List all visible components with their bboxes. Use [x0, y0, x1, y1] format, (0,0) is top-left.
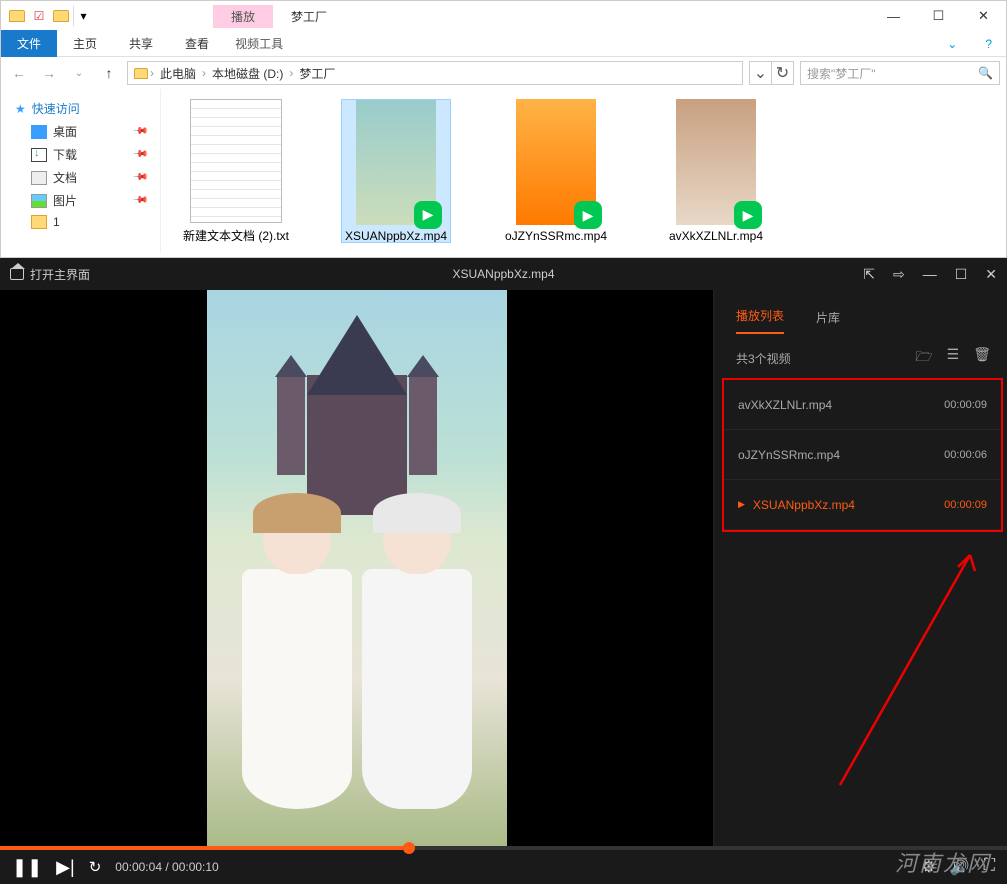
- pin-icon: 📌: [131, 123, 148, 140]
- pause-button[interactable]: ❚❚: [12, 857, 42, 878]
- video-thumbnail: ▶: [676, 99, 756, 225]
- video-viewport[interactable]: [0, 290, 713, 846]
- sidebar-item-downloads[interactable]: 下载📌: [5, 143, 156, 166]
- tab-view[interactable]: 查看: [169, 30, 225, 57]
- tab-file[interactable]: 文件: [1, 30, 57, 57]
- play-icon: ▶: [414, 201, 442, 229]
- player-title: XSUANppbXz.mp4: [452, 267, 554, 281]
- file-item[interactable]: ▶ oJZYnSSRmc.mp4: [501, 99, 611, 243]
- pin-icon: 📌: [131, 169, 148, 186]
- ribbon-expand-icon[interactable]: ⌄: [933, 37, 971, 51]
- help-icon[interactable]: ?: [971, 37, 1006, 51]
- file-item[interactable]: 新建文本文档 (2).txt: [181, 99, 291, 243]
- minimize-button[interactable]: —: [871, 3, 916, 29]
- refresh-icon[interactable]: ↻: [771, 62, 793, 84]
- video-thumbnail: ▶: [356, 100, 436, 225]
- sort-icon[interactable]: ☰: [947, 346, 960, 370]
- playlist-items: avXkXZLNLr.mp400:00:09 oJZYnSSRmc.mp400:…: [722, 378, 1003, 532]
- search-icon: 🔍: [978, 66, 993, 80]
- document-icon: [190, 99, 282, 223]
- loop-button[interactable]: ↻: [89, 858, 102, 876]
- file-list: 新建文本文档 (2).txt ▶ XSUANppbXz.mp4 ▶ oJZYnS…: [161, 89, 1006, 253]
- folder-icon: [7, 6, 27, 26]
- next-button[interactable]: ▶|: [56, 857, 75, 878]
- cast-icon[interactable]: ⇱: [863, 266, 875, 283]
- search-input[interactable]: 搜索"梦工厂" 🔍: [800, 61, 1000, 85]
- crumb-drive[interactable]: 本地磁盘 (D:): [208, 65, 287, 82]
- nav-forward-icon: →: [37, 61, 61, 85]
- file-item[interactable]: ▶ avXkXZLNLr.mp4: [661, 99, 771, 243]
- crumb-folder[interactable]: 梦工厂: [295, 65, 339, 82]
- tab-share[interactable]: 共享: [113, 30, 169, 57]
- time-display: 00:00:04 / 00:00:10: [115, 860, 218, 874]
- player-maximize-button[interactable]: ☐: [955, 266, 968, 283]
- open-folder-icon[interactable]: 🗁: [915, 346, 932, 370]
- player-minimize-button[interactable]: —: [923, 266, 937, 283]
- progress-bar[interactable]: [0, 846, 1007, 850]
- playlist-item[interactable]: oJZYnSSRmc.mp400:00:06: [724, 430, 1001, 480]
- sidebar-item-pictures[interactable]: 图片📌: [5, 189, 156, 212]
- player-close-button[interactable]: ✕: [985, 266, 997, 283]
- video-thumbnail: ▶: [516, 99, 596, 225]
- quick-access-toolbar: ☑ ▾: [1, 6, 93, 26]
- tab-playlist[interactable]: 播放列表: [736, 307, 784, 334]
- playlist-item[interactable]: avXkXZLNLr.mp400:00:09: [724, 380, 1001, 430]
- close-button[interactable]: ✕: [961, 3, 1006, 29]
- pin-icon: 📌: [131, 192, 148, 209]
- nav-up-icon[interactable]: ↑: [97, 61, 121, 85]
- delete-icon[interactable]: 🗑: [973, 346, 991, 370]
- settings-icon[interactable]: ⚙: [922, 857, 936, 877]
- file-explorer-window: ☑ ▾ 播放 梦工厂 — ☐ ✕ 文件 主页 共享 查看 视频工具 ⌄ ? ← …: [0, 0, 1007, 258]
- pin-icon: 📌: [131, 146, 148, 163]
- volume-icon[interactable]: 🔊: [950, 857, 970, 877]
- tab-home[interactable]: 主页: [57, 30, 113, 57]
- nav-recent-icon[interactable]: ⌄: [67, 61, 91, 85]
- pin-icon[interactable]: ⇨: [893, 266, 905, 283]
- address-dropdown-icon[interactable]: ⌄: [749, 62, 771, 84]
- qat-checkbox[interactable]: ☑: [29, 6, 49, 26]
- player-controls: ❚❚ ▶| ↻ 00:00:04 / 00:00:10 ⚙ 🔊 ⛶: [0, 850, 1007, 884]
- sidebar-item-desktop[interactable]: 桌面📌: [5, 120, 156, 143]
- home-icon: [10, 268, 24, 280]
- nav-sidebar: ★快速访问 桌面📌 下载📌 文档📌 图片📌 1: [1, 89, 161, 253]
- contextual-tab-group: 播放: [213, 5, 273, 28]
- maximize-button[interactable]: ☐: [916, 3, 961, 29]
- qat-dropdown-icon[interactable]: ▾: [73, 6, 93, 26]
- playlist-count: 共3个视频: [736, 350, 791, 367]
- sidebar-item-documents[interactable]: 文档📌: [5, 166, 156, 189]
- player-title-bar: 打开主界面 XSUANppbXz.mp4 ⇱ ⇨ — ☐ ✕: [0, 258, 1007, 290]
- address-bar: ← → ⌄ ↑ › 此电脑› 本地磁盘 (D:)› 梦工厂 ⌄ ↻ 搜索"梦工厂…: [1, 57, 1006, 89]
- open-main-button[interactable]: 打开主界面: [10, 266, 90, 283]
- tab-video-tools[interactable]: 视频工具: [225, 30, 293, 57]
- ribbon: 文件 主页 共享 查看 视频工具 ⌄ ?: [1, 31, 1006, 57]
- search-placeholder: 搜索"梦工厂": [807, 65, 876, 82]
- qat-folder[interactable]: [51, 6, 71, 26]
- file-item[interactable]: ▶ XSUANppbXz.mp4: [341, 99, 451, 243]
- play-icon: ▶: [734, 201, 762, 229]
- tab-library[interactable]: 片库: [816, 309, 840, 334]
- annotation-arrow: [820, 545, 990, 800]
- breadcrumb[interactable]: › 此电脑› 本地磁盘 (D:)› 梦工厂: [127, 61, 743, 85]
- title-bar: ☑ ▾ 播放 梦工厂 — ☐ ✕: [1, 1, 1006, 31]
- fullscreen-icon[interactable]: ⛶: [984, 857, 995, 877]
- quick-access[interactable]: ★快速访问: [5, 97, 156, 120]
- sidebar-item-folder[interactable]: 1: [5, 212, 156, 232]
- play-icon: ▶: [574, 201, 602, 229]
- playlist-item[interactable]: XSUANppbXz.mp400:00:09: [724, 480, 1001, 530]
- playlist-tabs: 播放列表 片库: [714, 290, 1007, 334]
- window-title: 梦工厂: [291, 8, 327, 25]
- nav-back-icon[interactable]: ←: [7, 61, 31, 85]
- crumb-thispc[interactable]: 此电脑: [156, 65, 200, 82]
